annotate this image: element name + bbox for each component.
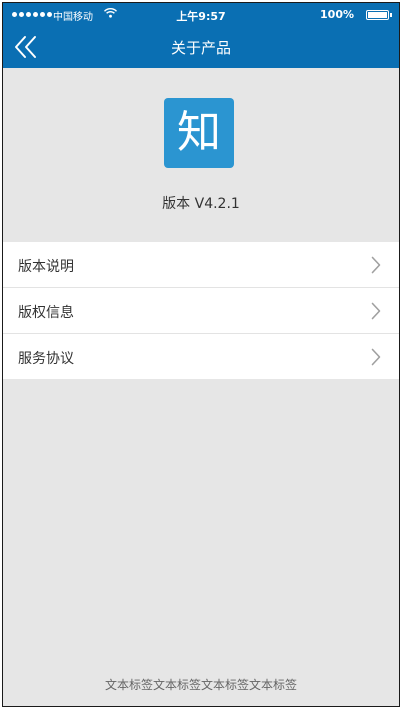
menu-item-label: 版权信息 [18, 305, 74, 321]
menu-item-service-agreement[interactable]: 服务协议 [3, 334, 399, 379]
menu-list: 版本说明 版权信息 服务协议 [3, 242, 399, 379]
footer-text: 文本标签文本标签文本标签文本标签 [104, 678, 297, 692]
battery-icon [366, 10, 392, 20]
menu-item-label: 服务协议 [18, 351, 74, 367]
battery-percent: 100% [320, 8, 354, 21]
menu-item-version-notes[interactable]: 版本说明 [3, 242, 399, 288]
app-logo: 知 [164, 98, 234, 168]
phone-frame: 中国移动 上午9:57 100% 关于产品 知 版本 V4.2.1 版本说明 版… [2, 2, 400, 707]
version-label: 版本 V4.2.1 [162, 196, 240, 212]
chevron-right-icon [371, 302, 381, 320]
status-bar: 中国移动 上午9:57 100% [3, 3, 399, 27]
chevron-right-icon [371, 348, 381, 366]
nav-bar: 关于产品 [3, 27, 399, 68]
chevron-right-icon [371, 256, 381, 274]
menu-item-copyright[interactable]: 版权信息 [3, 288, 399, 334]
page-title: 关于产品 [170, 39, 231, 57]
menu-item-label: 版本说明 [18, 259, 74, 275]
